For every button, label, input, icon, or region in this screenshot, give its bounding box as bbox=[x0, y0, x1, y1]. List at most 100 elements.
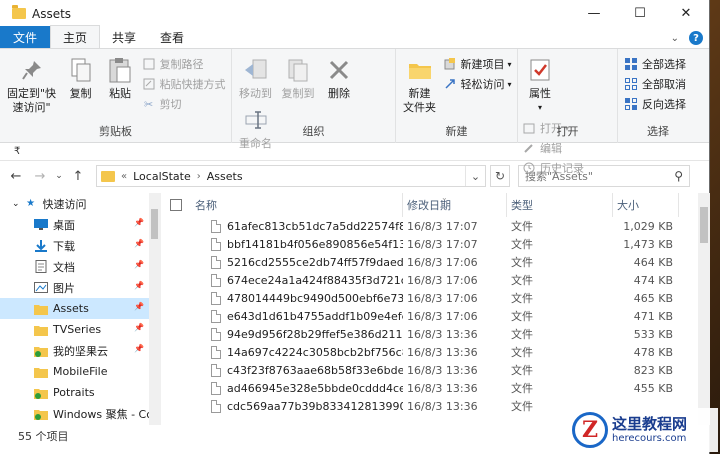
picture-icon bbox=[34, 282, 48, 294]
close-button[interactable]: ✕ bbox=[663, 0, 709, 27]
file-row[interactable]: 61afec813cb51dc7a5dd22574f8df... 16/8/3 1… bbox=[161, 217, 710, 235]
paste-button[interactable]: 粘贴 bbox=[102, 53, 138, 103]
column-header-name[interactable]: 名称 bbox=[191, 193, 403, 217]
tab-file[interactable]: 文件 bbox=[0, 26, 51, 48]
file-name-cell[interactable]: 5216cd2555ce2db74ff57f9daed3c... bbox=[191, 255, 403, 269]
select-all-label: 全部选择 bbox=[642, 58, 686, 71]
column-header-type[interactable]: 类型 bbox=[507, 193, 613, 217]
minimize-button[interactable]: — bbox=[571, 0, 617, 27]
nav-item-7[interactable]: MobileFile bbox=[0, 361, 160, 382]
nav-quick-access[interactable]: ⌄ ★ 快速访问 bbox=[0, 193, 160, 214]
select-all-button[interactable]: 全部选择 bbox=[624, 55, 686, 73]
file-row[interactable]: 14a697c4224c3058bcb2bf756c88f... 16/8/3 1… bbox=[161, 343, 710, 361]
history-button[interactable]: 历史记录 bbox=[522, 159, 584, 177]
column-header-date[interactable]: 修改日期 bbox=[403, 193, 507, 217]
nav-item-1[interactable]: 下载 📌 bbox=[0, 235, 160, 256]
cut-button[interactable]: ✂ 剪切 bbox=[142, 95, 226, 113]
list-scrollbar[interactable] bbox=[698, 193, 710, 425]
address-bar[interactable]: « LocalState › Assets ⌄ bbox=[96, 165, 486, 187]
nav-item-5[interactable]: TVSeries 📌 bbox=[0, 319, 160, 340]
nav-item-8[interactable]: Potraits bbox=[0, 382, 160, 403]
file-row[interactable]: e643d1d61b4755addf1b09e4efea... 16/8/3 17… bbox=[161, 307, 710, 325]
file-row[interactable]: 94e9d956f28b29ffef5e386d211b97... 16/8/3 … bbox=[161, 325, 710, 343]
move-to-button[interactable]: 移动到 bbox=[236, 53, 275, 103]
file-name-cell[interactable]: c43f23f8763aae68b58f33e6bdee1... bbox=[191, 363, 403, 377]
chevron-down-icon[interactable]: ⌄ bbox=[671, 33, 679, 44]
file-name-cell[interactable]: cdc569aa77b39b833412813990d5... bbox=[191, 399, 403, 413]
nav-scrollbar[interactable] bbox=[149, 193, 160, 425]
paste-shortcut-button[interactable]: 粘贴快捷方式 bbox=[142, 75, 226, 93]
file-type: 文件 bbox=[511, 238, 533, 251]
paste-shortcut-label: 粘贴快捷方式 bbox=[159, 78, 226, 91]
file-row[interactable]: 5216cd2555ce2db74ff57f9daed3c... 16/8/3 1… bbox=[161, 253, 710, 271]
copy-button[interactable]: 复制 bbox=[63, 53, 99, 103]
maximize-button[interactable]: ☐ bbox=[617, 0, 663, 27]
pin-icon[interactable]: 📌 bbox=[134, 239, 144, 248]
title-bar[interactable]: Assets — ☐ ✕ bbox=[0, 0, 709, 27]
breadcrumb-separator[interactable]: › bbox=[197, 171, 201, 182]
pin-icon[interactable]: 📌 bbox=[134, 260, 144, 269]
pin-icon[interactable]: 📌 bbox=[134, 344, 144, 353]
address-history-icon[interactable]: ⌄ bbox=[465, 166, 485, 186]
tab-view[interactable]: 查看 bbox=[148, 26, 196, 48]
nav-item-2[interactable]: 文档 📌 bbox=[0, 256, 160, 277]
recent-dropdown-icon[interactable]: ⌄ bbox=[54, 171, 64, 181]
file-name-cell[interactable]: 61afec813cb51dc7a5dd22574f8df... bbox=[191, 219, 403, 233]
nav-scrollbar-thumb[interactable] bbox=[151, 209, 158, 239]
file-name-cell[interactable]: ad466945e328e5bbde0cddd4ce85... bbox=[191, 381, 403, 395]
file-name-cell[interactable]: 478014449bc9490d500ebf6e73eaa... bbox=[191, 291, 403, 305]
file-name: ad466945e328e5bbde0cddd4ce85... bbox=[227, 381, 403, 395]
tab-share[interactable]: 共享 bbox=[100, 26, 148, 48]
pin-icon[interactable]: 📌 bbox=[134, 281, 144, 290]
pin-icon[interactable]: 📌 bbox=[134, 323, 144, 332]
file-name-cell[interactable]: 14a697c4224c3058bcb2bf756c88f... bbox=[191, 345, 403, 359]
customize-toolbar-icon[interactable]: ₹ bbox=[14, 146, 20, 157]
up-arrow-icon[interactable]: ↑ bbox=[68, 169, 88, 184]
back-arrow-icon[interactable]: ← bbox=[6, 169, 26, 184]
pin-quick-access-button[interactable]: 固定到"快 速访问" bbox=[4, 53, 59, 117]
select-none-button[interactable]: 全部取消 bbox=[624, 75, 686, 93]
help-icon[interactable]: ? bbox=[689, 31, 703, 45]
refresh-icon[interactable]: ↻ bbox=[490, 165, 510, 187]
file-row[interactable]: 478014449bc9490d500ebf6e73eaa... 16/8/3 1… bbox=[161, 289, 710, 307]
forward-arrow-icon[interactable]: → bbox=[30, 169, 50, 184]
file-date: 16/8/3 13:36 bbox=[407, 327, 478, 341]
invert-selection-button[interactable]: 反向选择 bbox=[624, 95, 686, 113]
new-group: 新建 文件夹 新建项目 ▾ 轻松访问 ▾ 新建 bbox=[396, 49, 518, 143]
file-name-cell[interactable]: 674ece24a1a424f88435f3d721c46... bbox=[191, 273, 403, 287]
file-name-cell[interactable]: e643d1d61b4755addf1b09e4efea... bbox=[191, 309, 403, 323]
search-icon[interactable]: ⚲ bbox=[674, 169, 683, 183]
file-name-cell[interactable]: 94e9d956f28b29ffef5e386d211b97... bbox=[191, 327, 403, 341]
new-folder-button[interactable]: 新建 文件夹 bbox=[400, 53, 439, 117]
file-row[interactable]: 674ece24a1a424f88435f3d721c46... 16/8/3 1… bbox=[161, 271, 710, 289]
column-header-size[interactable]: 大小 bbox=[613, 193, 679, 217]
nav-item-4[interactable]: Assets 📌 bbox=[0, 298, 160, 319]
file-name-cell[interactable]: bbf14181b4f056e890856e54f13c5... bbox=[191, 237, 403, 251]
select-all-checkbox[interactable] bbox=[170, 199, 182, 211]
edit-icon bbox=[522, 141, 536, 155]
nav-item-9[interactable]: Windows 聚焦 - Cc bbox=[0, 403, 160, 424]
tab-home[interactable]: 主页 bbox=[50, 25, 101, 48]
properties-button[interactable]: 属性 ▾ bbox=[522, 53, 558, 117]
copy-path-button[interactable]: 复制路径 bbox=[142, 55, 226, 73]
breadcrumb-overflow[interactable]: « bbox=[121, 171, 127, 182]
breadcrumb-localstate[interactable]: LocalState bbox=[133, 170, 191, 183]
breadcrumb-assets[interactable]: Assets bbox=[207, 170, 243, 183]
easy-access-button[interactable]: 轻松访问 ▾ bbox=[443, 75, 512, 93]
file-date: 16/8/3 17:06 bbox=[407, 273, 478, 287]
nav-item-6[interactable]: 我的坚果云 📌 bbox=[0, 340, 160, 361]
delete-button[interactable]: 删除 bbox=[321, 53, 357, 103]
copy-to-button[interactable]: 复制到 bbox=[279, 53, 318, 103]
nav-item-3[interactable]: 图片 📌 bbox=[0, 277, 160, 298]
pin-icon[interactable]: 📌 bbox=[134, 218, 144, 227]
nav-item-0[interactable]: 桌面 📌 bbox=[0, 214, 160, 235]
new-item-button[interactable]: 新建项目 ▾ bbox=[443, 55, 512, 73]
pin-icon[interactable]: 📌 bbox=[134, 302, 144, 311]
edit-button[interactable]: 编辑 bbox=[522, 139, 584, 157]
file-row[interactable]: bbf14181b4f056e890856e54f13c5... 16/8/3 1… bbox=[161, 235, 710, 253]
file-row[interactable]: c43f23f8763aae68b58f33e6bdee1... 16/8/3 1… bbox=[161, 361, 710, 379]
file-row[interactable]: ad466945e328e5bbde0cddd4ce85... 16/8/3 13… bbox=[161, 379, 710, 397]
select-all-icon bbox=[624, 57, 638, 71]
expand-chevron-icon[interactable]: ⌄ bbox=[12, 199, 20, 209]
list-scrollbar-thumb[interactable] bbox=[700, 207, 708, 243]
